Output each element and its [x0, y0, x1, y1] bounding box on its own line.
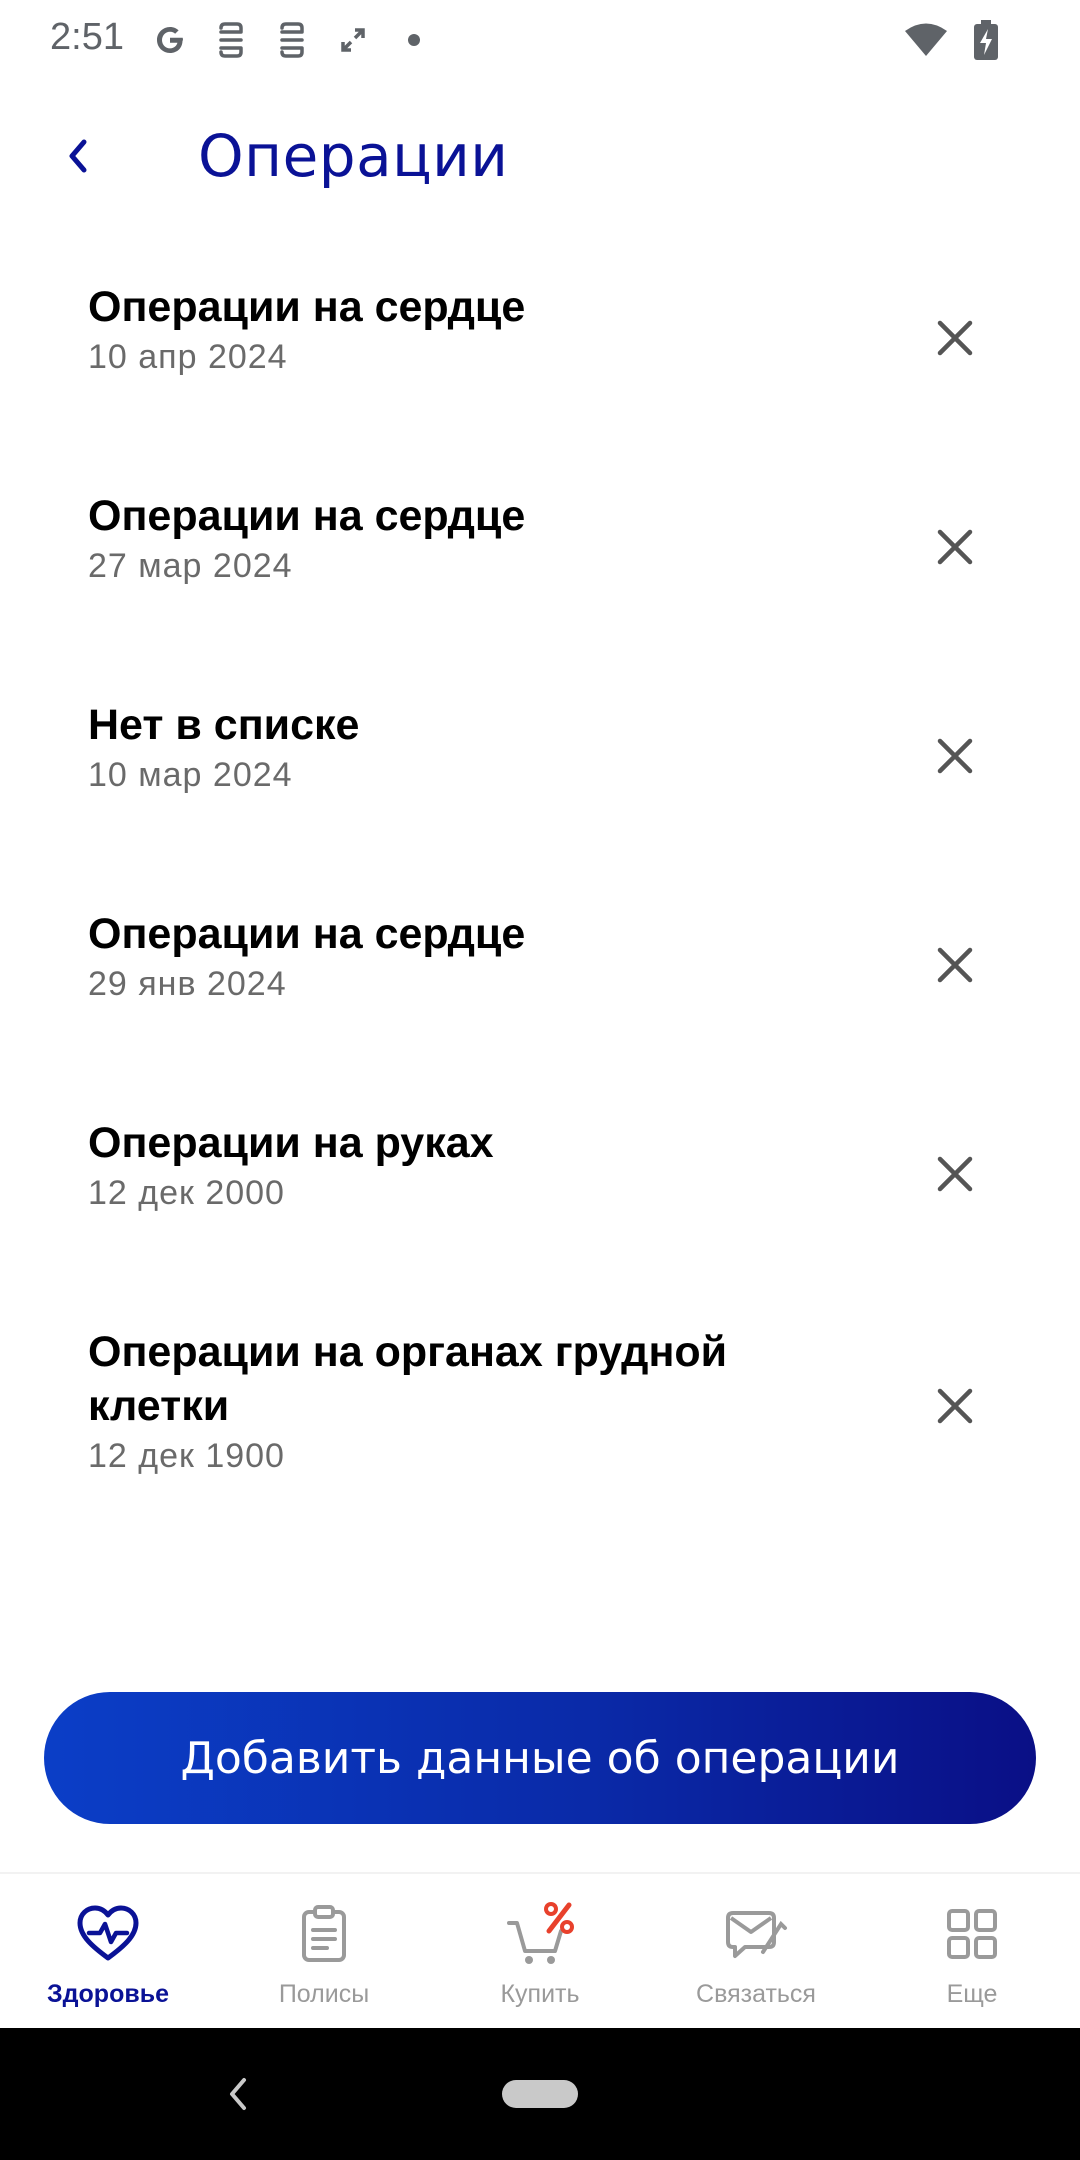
heart-pulse-icon: [70, 1896, 146, 1972]
operation-title: Операции на сердце: [88, 910, 526, 958]
operation-text: Операции на сердце 27 мар 2024: [88, 489, 848, 589]
dot-icon: [392, 18, 436, 62]
remove-operation-button[interactable]: [900, 701, 1010, 811]
operation-item[interactable]: Нет в списке 10 мар 2024: [0, 668, 1080, 877]
close-icon: [937, 738, 973, 774]
nav-item-buy[interactable]: Купить: [432, 1874, 648, 2030]
nav-label-policies: Полисы: [278, 1980, 370, 2008]
operation-text: Нет в списке 10 мар 2024: [88, 698, 848, 798]
operation-date: 12 дек 1900: [88, 1437, 285, 1475]
operation-text: Операции на руках 12 дек 2000: [88, 1116, 848, 1216]
remove-operation-button[interactable]: [900, 1351, 1010, 1461]
chevron-left-icon: [69, 139, 87, 173]
nav-label-buy: Купить: [500, 1980, 580, 2008]
nav-item-policies[interactable]: Полисы: [216, 1874, 432, 2030]
nav-item-health[interactable]: Здоровье: [0, 1874, 216, 2030]
status-icons-right: [888, 18, 1008, 62]
nav-label-contact: Связаться: [696, 1980, 816, 2008]
status-bar: 2:51: [0, 0, 1080, 80]
operation-item[interactable]: Операции на сердце 29 янв 2024: [0, 877, 1080, 1086]
battery-charging-icon: [964, 18, 1008, 62]
nav-item-contact[interactable]: Связаться: [648, 1874, 864, 2030]
remove-operation-button[interactable]: [900, 492, 1010, 602]
operation-text: Операции на сердце 10 апр 2024: [88, 280, 848, 380]
nav-label-more: Еще: [946, 1980, 998, 2008]
system-home-button[interactable]: [502, 2080, 578, 2108]
expand-icon: [331, 18, 375, 62]
system-nav-bar: [0, 2028, 1080, 2160]
operations-list: Операции на сердце 10 апр 2024 Операции …: [0, 250, 1080, 1555]
close-icon: [937, 320, 973, 356]
operation-item[interactable]: Операции на сердце 10 апр 2024: [0, 250, 1080, 459]
google-icon: [148, 18, 192, 62]
operation-title: Операции на руках: [88, 1119, 494, 1167]
clipboard-icon: [286, 1896, 362, 1972]
nav-item-more[interactable]: Еще: [864, 1874, 1080, 2030]
close-icon: [937, 529, 973, 565]
status-icons-left: [148, 18, 453, 62]
chevron-left-icon: [230, 2078, 246, 2110]
cart-percent-icon: [502, 1896, 578, 1972]
operation-title: Нет в списке: [88, 701, 360, 749]
operation-text: Операции на сердце 29 янв 2024: [88, 907, 848, 1007]
operation-item[interactable]: Операции на сердце 27 мар 2024: [0, 459, 1080, 668]
close-icon: [937, 1388, 973, 1424]
operation-date: 29 янв 2024: [88, 965, 287, 1003]
grid-icon: [934, 1896, 1010, 1972]
wifi-icon: [904, 18, 948, 62]
app-notification-icon: [209, 18, 253, 62]
operation-title: Операции на сердце: [88, 492, 526, 540]
operation-date: 10 апр 2024: [88, 338, 288, 376]
close-icon: [937, 1156, 973, 1192]
operation-date: 12 дек 2000: [88, 1174, 285, 1212]
remove-operation-button[interactable]: [900, 283, 1010, 393]
status-time: 2:51: [50, 16, 124, 58]
message-icon: [718, 1896, 794, 1972]
operation-item[interactable]: Операции на руках 12 дек 2000: [0, 1086, 1080, 1295]
bottom-nav: Здоровье Полисы Купить Связаться Еще: [0, 1872, 1080, 2028]
remove-operation-button[interactable]: [900, 910, 1010, 1020]
operation-date: 10 мар 2024: [88, 756, 293, 794]
app-notification-icon: [270, 18, 314, 62]
header: Операции: [0, 100, 1080, 220]
close-icon: [937, 947, 973, 983]
operation-date: 27 мар 2024: [88, 547, 293, 585]
operation-title: Операции на сердце: [88, 283, 526, 331]
system-back-button[interactable]: [218, 2068, 258, 2120]
remove-operation-button[interactable]: [900, 1119, 1010, 1229]
back-button[interactable]: [40, 118, 116, 194]
operation-title: Операции на органах грудной клетки: [88, 1328, 728, 1430]
nav-label-health: Здоровье: [47, 1980, 169, 2008]
operation-text: Операции на органах грудной клетки 12 де…: [88, 1325, 848, 1479]
add-operation-button[interactable]: Добавить данные об операции: [44, 1692, 1036, 1824]
operation-item[interactable]: Операции на органах грудной клетки 12 де…: [0, 1295, 1080, 1555]
page-title: Операции: [198, 122, 509, 190]
